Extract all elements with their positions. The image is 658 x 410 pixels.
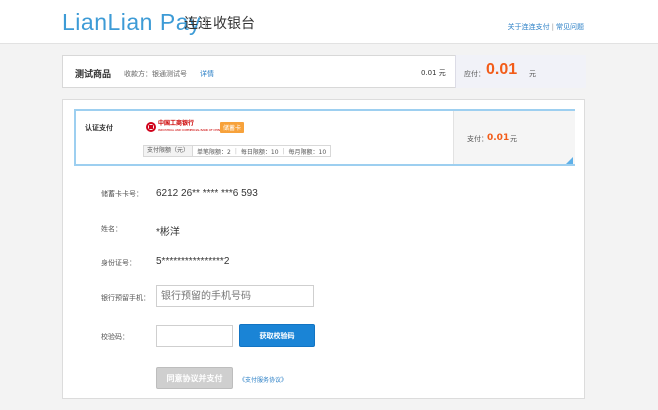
order-summary: 测试商品 收款方：银通测试号 详情 0.01 元 应付： 0.01 元 xyxy=(62,55,586,88)
bank-logo: 中国工商银行 INDUSTRIAL AND COMMERCIAL BANK OF … xyxy=(146,121,222,133)
verification-code-input[interactable] xyxy=(156,325,233,347)
product-name: 测试商品 xyxy=(75,70,112,80)
bank-name: 中国工商银行 INDUSTRIAL AND COMMERCIAL BANK OF … xyxy=(158,121,222,133)
merchant-name: 收款方：银通测试号 xyxy=(124,70,187,78)
daily-limit: 每日限额：10 xyxy=(240,148,279,156)
service-agreement-link[interactable]: 《支付服务协议》 xyxy=(239,375,287,384)
per-transaction-limit: 单笔限额：2 xyxy=(197,148,231,156)
page-title: 收银台 xyxy=(213,16,255,32)
link-separator: | xyxy=(551,23,554,31)
monthly-limit: 每月限额：10 xyxy=(288,148,327,156)
phone-input[interactable] xyxy=(156,285,314,307)
header: LianLian Pay 连连 收银台 关于连连支付 | 常见问题 xyxy=(0,0,658,44)
bank-name-cn: 中国工商银行 xyxy=(158,120,195,127)
get-code-button[interactable]: 获取校验码 xyxy=(239,324,315,347)
amount-due-panel: 应付： 0.01 元 xyxy=(455,55,586,88)
card-pay-amount: 支付： 0.01 元 xyxy=(453,111,575,164)
id-number-label: 身份证号： xyxy=(101,259,136,267)
about-link[interactable]: 关于连连支付 xyxy=(508,23,550,31)
selected-check-icon xyxy=(566,157,573,164)
brand-divider xyxy=(205,16,206,28)
payment-method-label: 认证支付 xyxy=(85,124,113,132)
verification-code-label: 校验码： xyxy=(101,333,129,341)
pay-unit: 元 xyxy=(510,135,517,143)
order-amount: 0.01 元 xyxy=(421,69,446,77)
id-number-value: 5****************2 xyxy=(156,256,230,267)
phone-label: 银行预留手机： xyxy=(101,294,150,302)
limits-header: 支付限额（元） xyxy=(144,146,194,156)
amount-due-unit: 元 xyxy=(529,70,536,78)
amount-due-value: 0.01 xyxy=(486,61,518,78)
faq-link[interactable]: 常见问题 xyxy=(556,23,584,31)
name-label: 姓名： xyxy=(101,225,122,233)
amount-due-label: 应付： xyxy=(464,70,485,78)
agree-and-pay-button[interactable]: 同意协议并支付 xyxy=(156,367,233,389)
selected-bank-card[interactable]: 认证支付 中国工商银行 INDUSTRIAL AND COMMERCIAL BAN… xyxy=(74,109,575,166)
card-type-badge: 储蓄卡 xyxy=(220,122,245,133)
icbc-icon xyxy=(146,122,156,132)
pay-label: 支付： xyxy=(467,135,488,143)
card-number-label: 储蓄卡卡号： xyxy=(101,190,143,198)
name-value: *彬洋 xyxy=(156,227,180,238)
pay-value: 0.01 xyxy=(487,133,510,143)
top-links: 关于连连支付 | 常见问题 xyxy=(508,22,584,32)
payment-panel: 认证支付 中国工商银行 INDUSTRIAL AND COMMERCIAL BAN… xyxy=(62,99,585,399)
card-number-value: 6212 26** **** ***6 593 xyxy=(156,188,258,199)
brand-logo: LianLian Pay xyxy=(62,9,201,35)
brand-chinese-name: 连连 xyxy=(184,16,212,32)
payment-limits: 支付限额（元） 单笔限额：2 | 每日限额：10 | 每月限额：10 xyxy=(143,145,332,157)
order-detail-link[interactable]: 详情 xyxy=(200,69,214,79)
bank-name-en: INDUSTRIAL AND COMMERCIAL BANK OF CHINA xyxy=(158,128,222,132)
